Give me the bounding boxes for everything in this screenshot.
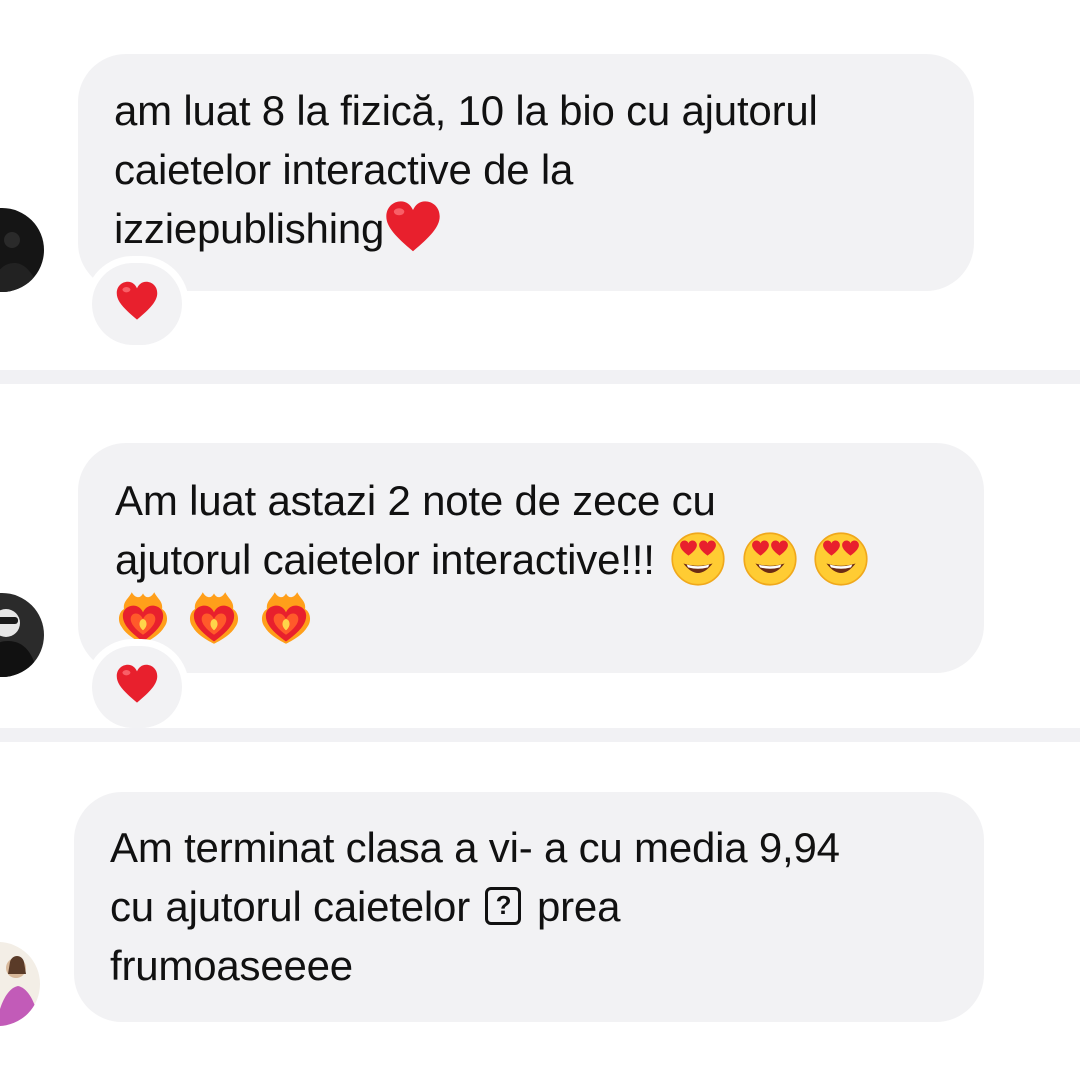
comment-bubble[interactable]: Am terminat clasa a vi- a cu media 9,94 … — [74, 792, 984, 1022]
red-heart-icon — [115, 280, 159, 329]
heart-eyes-face-icon — [813, 531, 869, 587]
comment-text: izziepublishing — [114, 205, 385, 252]
comment-text: prea — [536, 883, 621, 930]
heart-on-fire-icon — [186, 589, 242, 647]
comment-text: ajutorul caietelor interactive!!! — [115, 536, 655, 583]
dark-avatar-icon — [0, 593, 44, 677]
heart-eyes-face-icon — [670, 531, 726, 587]
reaction-badge[interactable] — [92, 263, 182, 345]
divider — [0, 370, 1080, 384]
red-heart-icon — [115, 663, 159, 712]
comment-bubble[interactable]: Am luat astazi 2 note de zece cu ajutoru… — [78, 443, 984, 673]
comment-text-line — [115, 589, 947, 648]
red-heart-icon — [384, 199, 442, 257]
dark-avatar-icon — [0, 208, 44, 292]
heart-eyes-face-icon — [742, 531, 798, 587]
comment-text-line: caietelor interactive de la — [114, 146, 574, 193]
comment-bubble[interactable]: am luat 8 la fizică, 10 la bio cu ajutor… — [78, 54, 974, 291]
comment-text-line: am luat 8 la fizică, 10 la bio cu ajutor… — [114, 87, 818, 134]
user-avatar[interactable] — [0, 942, 40, 1026]
comment-text-line: ajutorul caietelor interactive!!! — [115, 530, 947, 589]
user-avatar[interactable] — [0, 208, 44, 292]
comment-text-line: frumoaseeee — [110, 942, 353, 989]
comment-text-line: Am terminat clasa a vi- a cu media 9,94 — [110, 824, 840, 871]
unknown-glyph-icon: ? — [485, 886, 522, 925]
divider — [0, 728, 1080, 742]
user-avatar[interactable] — [0, 593, 44, 677]
comment-text-line: cu ajutorul caietelor ? prea — [110, 877, 948, 936]
comment-text-line: izziepublishing — [114, 199, 938, 258]
photo-avatar-icon — [0, 942, 40, 1026]
comment-text-line: Am luat astazi 2 note de zece cu — [115, 477, 716, 524]
heart-on-fire-icon — [115, 589, 171, 647]
reaction-badge[interactable] — [92, 646, 182, 728]
heart-on-fire-icon — [258, 589, 314, 647]
comment-text: cu ajutorul caietelor — [110, 883, 470, 930]
